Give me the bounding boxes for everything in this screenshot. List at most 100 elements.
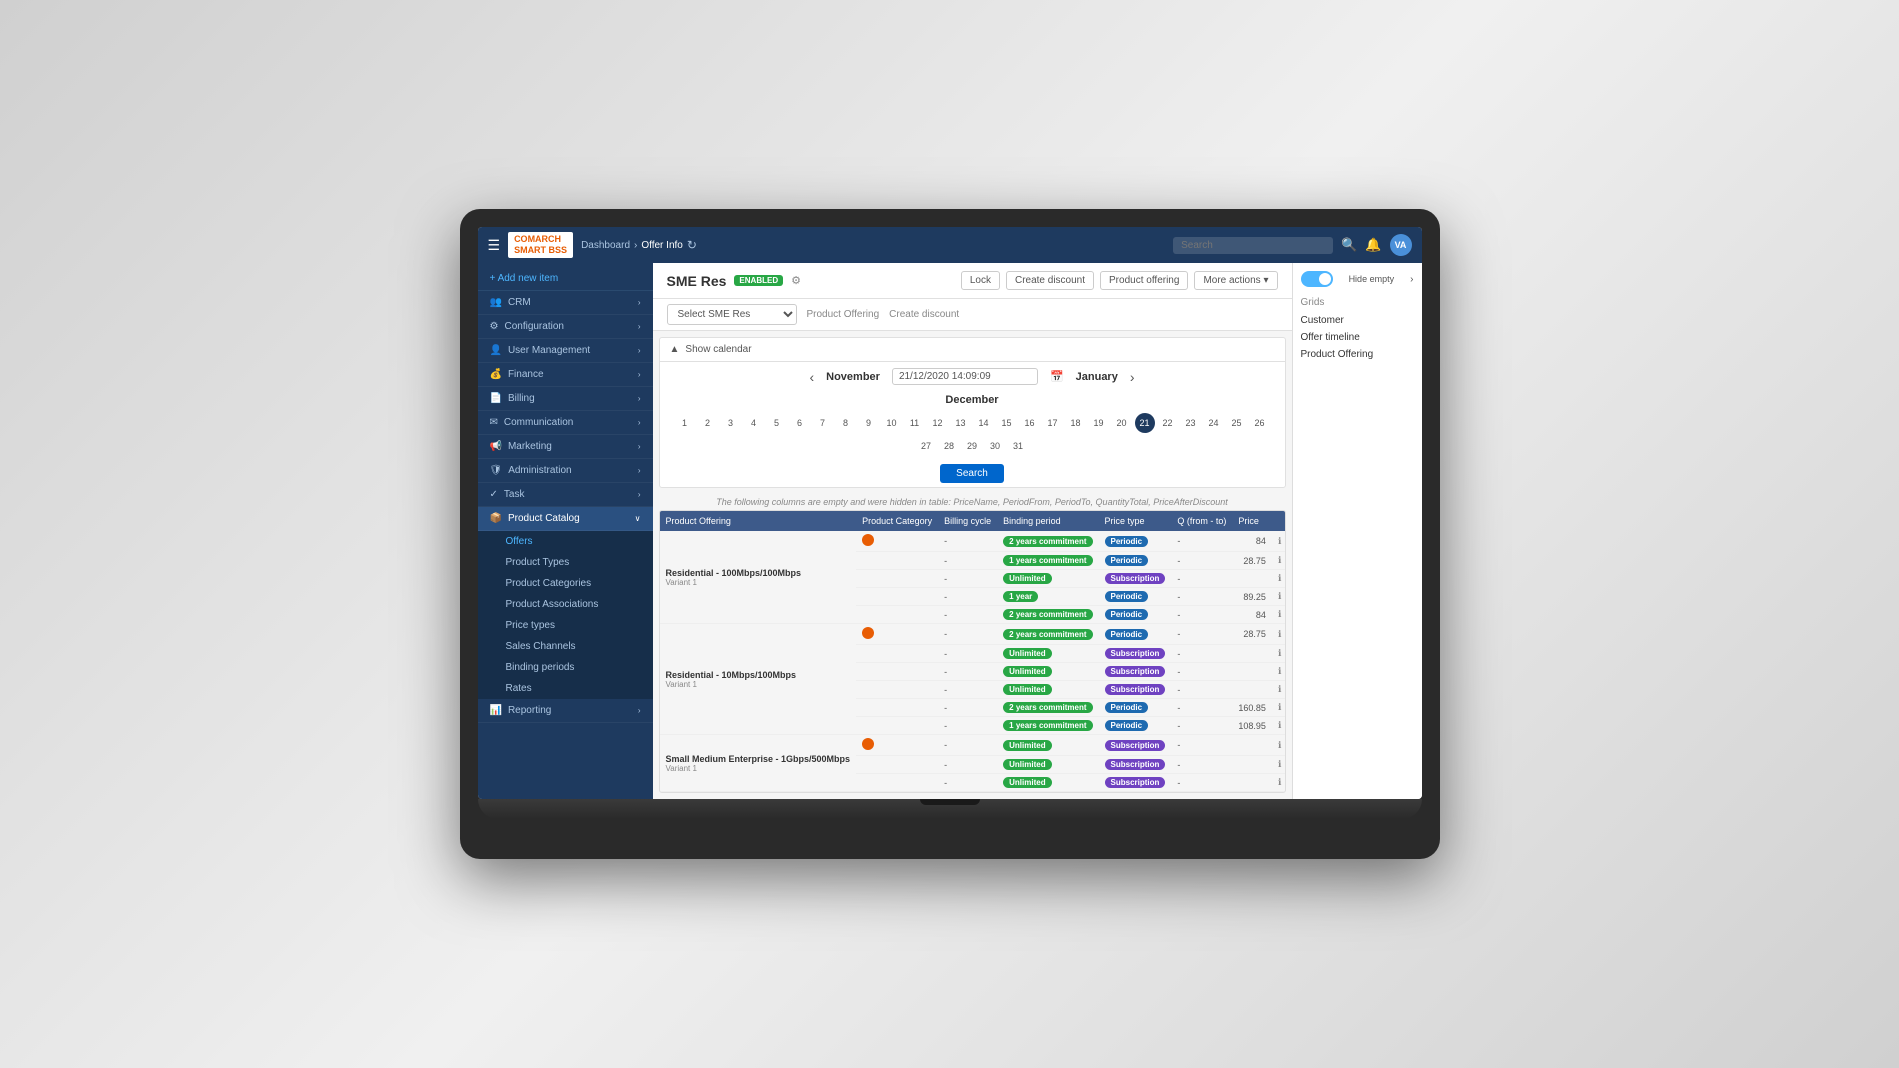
sidebar-sub-rates[interactable]: Rates xyxy=(478,678,653,699)
more-icon[interactable]: ⋯ xyxy=(1284,573,1285,584)
info-icon[interactable]: ℹ xyxy=(1278,666,1281,677)
avatar[interactable]: VA xyxy=(1390,234,1412,256)
info-icon[interactable]: ℹ xyxy=(1278,591,1281,602)
cal-day-11[interactable]: 11 xyxy=(905,413,925,433)
cal-day-24[interactable]: 24 xyxy=(1204,413,1224,433)
info-icon[interactable]: ℹ xyxy=(1278,777,1281,788)
cal-day-22[interactable]: 22 xyxy=(1158,413,1178,433)
info-icon[interactable]: ℹ xyxy=(1278,648,1281,659)
cal-day-14[interactable]: 14 xyxy=(974,413,994,433)
sidebar-item-user-management[interactable]: 👤User Management › xyxy=(478,339,653,363)
info-icon[interactable]: ℹ xyxy=(1278,759,1281,770)
sidebar-item-finance[interactable]: 💰Finance › xyxy=(478,363,653,387)
cal-day-2[interactable]: 2 xyxy=(698,413,718,433)
date-input[interactable] xyxy=(892,368,1038,385)
cal-day-20[interactable]: 20 xyxy=(1112,413,1132,433)
cal-day-3[interactable]: 3 xyxy=(721,413,741,433)
col-price-type[interactable]: Price type xyxy=(1099,511,1172,531)
grid-item-product-offering[interactable]: Product Offering xyxy=(1301,346,1414,363)
panel-collapse-icon[interactable]: › xyxy=(1410,274,1413,285)
sidebar-item-marketing[interactable]: 📢Marketing › xyxy=(478,435,653,459)
col-binding-period[interactable]: Binding period xyxy=(997,511,1098,531)
more-icon[interactable]: ⋯ xyxy=(1284,609,1285,620)
search-button[interactable]: Search xyxy=(940,464,1004,483)
more-icon[interactable]: ⋯ xyxy=(1284,666,1285,677)
info-icon[interactable]: ℹ xyxy=(1278,740,1281,751)
cal-day-25[interactable]: 25 xyxy=(1227,413,1247,433)
add-new-item-button[interactable]: + Add new item xyxy=(478,267,653,291)
info-icon[interactable]: ℹ xyxy=(1278,684,1281,695)
sidebar-item-communication[interactable]: ✉Communication › xyxy=(478,411,653,435)
col-billing-cycle[interactable]: Billing cycle xyxy=(938,511,997,531)
more-icon[interactable]: ⋯ xyxy=(1284,740,1285,751)
more-icon[interactable]: ⋯ xyxy=(1284,648,1285,659)
sidebar-sub-price-types[interactable]: Price types xyxy=(478,615,653,636)
cal-day-9[interactable]: 9 xyxy=(859,413,879,433)
sidebar-sub-offers[interactable]: Offers xyxy=(478,531,653,552)
cal-day-13[interactable]: 13 xyxy=(951,413,971,433)
col-product-category[interactable]: Product Category xyxy=(856,511,938,531)
sidebar-sub-product-associations[interactable]: Product Associations xyxy=(478,594,653,615)
sidebar-sub-sales-channels[interactable]: Sales Channels xyxy=(478,636,653,657)
info-icon[interactable]: ℹ xyxy=(1278,629,1281,640)
col-product-offering[interactable]: Product Offering xyxy=(660,511,857,531)
sme-res-select[interactable]: Select SME Res xyxy=(667,304,797,325)
info-icon[interactable]: ℹ xyxy=(1278,573,1281,584)
search-input[interactable] xyxy=(1173,237,1333,254)
cal-day-23[interactable]: 23 xyxy=(1181,413,1201,433)
more-icon[interactable]: ⋯ xyxy=(1284,536,1285,547)
cal-day-19[interactable]: 19 xyxy=(1089,413,1109,433)
cal-day-18[interactable]: 18 xyxy=(1066,413,1086,433)
more-icon[interactable]: ⋯ xyxy=(1284,759,1285,770)
info-icon[interactable]: ℹ xyxy=(1278,720,1281,731)
grid-item-customer[interactable]: Customer xyxy=(1301,312,1414,329)
cal-day-26[interactable]: 26 xyxy=(1250,413,1270,433)
sidebar-item-task[interactable]: ✓Task › xyxy=(478,483,653,507)
cal-day-30[interactable]: 30 xyxy=(985,436,1005,456)
more-icon[interactable]: ⋯ xyxy=(1284,591,1285,602)
more-icon[interactable]: ⋯ xyxy=(1284,777,1285,788)
prev-month-arrow[interactable]: ‹ xyxy=(809,369,814,385)
cal-day-28[interactable]: 28 xyxy=(939,436,959,456)
info-icon[interactable]: ℹ xyxy=(1278,555,1281,566)
product-offering-button[interactable]: Product offering xyxy=(1100,271,1188,290)
create-discount-button[interactable]: Create discount xyxy=(1006,271,1094,290)
cal-day-17[interactable]: 17 xyxy=(1043,413,1063,433)
cal-day-5[interactable]: 5 xyxy=(767,413,787,433)
cal-day-16[interactable]: 16 xyxy=(1020,413,1040,433)
sidebar-item-configuration[interactable]: ⚙Configuration › xyxy=(478,315,653,339)
cal-day-7[interactable]: 7 xyxy=(813,413,833,433)
refresh-icon[interactable]: ↻ xyxy=(687,238,697,252)
cal-day-29[interactable]: 29 xyxy=(962,436,982,456)
more-actions-button[interactable]: More actions ▾ xyxy=(1194,271,1277,290)
cal-day-12[interactable]: 12 xyxy=(928,413,948,433)
next-month-arrow[interactable]: › xyxy=(1130,369,1135,385)
cal-day-6[interactable]: 6 xyxy=(790,413,810,433)
more-icon[interactable]: ⋯ xyxy=(1284,702,1285,713)
sidebar-item-administration[interactable]: 🛡Administration › xyxy=(478,459,653,483)
cal-day-10[interactable]: 10 xyxy=(882,413,902,433)
search-icon[interactable]: 🔍 xyxy=(1341,237,1357,253)
cal-day-27[interactable]: 27 xyxy=(916,436,936,456)
sidebar-sub-product-types[interactable]: Product Types xyxy=(478,552,653,573)
more-icon[interactable]: ⋯ xyxy=(1284,684,1285,695)
hamburger-icon[interactable]: ☰ xyxy=(488,237,501,254)
sidebar-sub-product-categories[interactable]: Product Categories xyxy=(478,573,653,594)
sidebar-item-billing[interactable]: 📄Billing › xyxy=(478,387,653,411)
sidebar-item-crm[interactable]: 👥CRM › xyxy=(478,291,653,315)
sidebar-item-product-catalog[interactable]: 📦Product Catalog ∨ xyxy=(478,507,653,531)
info-icon[interactable]: ℹ xyxy=(1278,536,1281,547)
col-price[interactable]: Price xyxy=(1232,511,1272,531)
sidebar-sub-binding-periods[interactable]: Binding periods xyxy=(478,657,653,678)
settings-icon[interactable]: ⚙ xyxy=(791,274,801,287)
lock-button[interactable]: Lock xyxy=(961,271,1000,290)
cal-day-21[interactable]: 21 xyxy=(1135,413,1155,433)
notification-icon[interactable]: 🔔 xyxy=(1365,237,1381,253)
more-icon[interactable]: ⋯ xyxy=(1284,629,1285,640)
cal-day-8[interactable]: 8 xyxy=(836,413,856,433)
more-icon[interactable]: ⋯ xyxy=(1284,555,1285,566)
cal-day-31[interactable]: 31 xyxy=(1008,436,1028,456)
info-icon[interactable]: ℹ xyxy=(1278,702,1281,713)
cal-day-15[interactable]: 15 xyxy=(997,413,1017,433)
cal-day-1[interactable]: 1 xyxy=(675,413,695,433)
